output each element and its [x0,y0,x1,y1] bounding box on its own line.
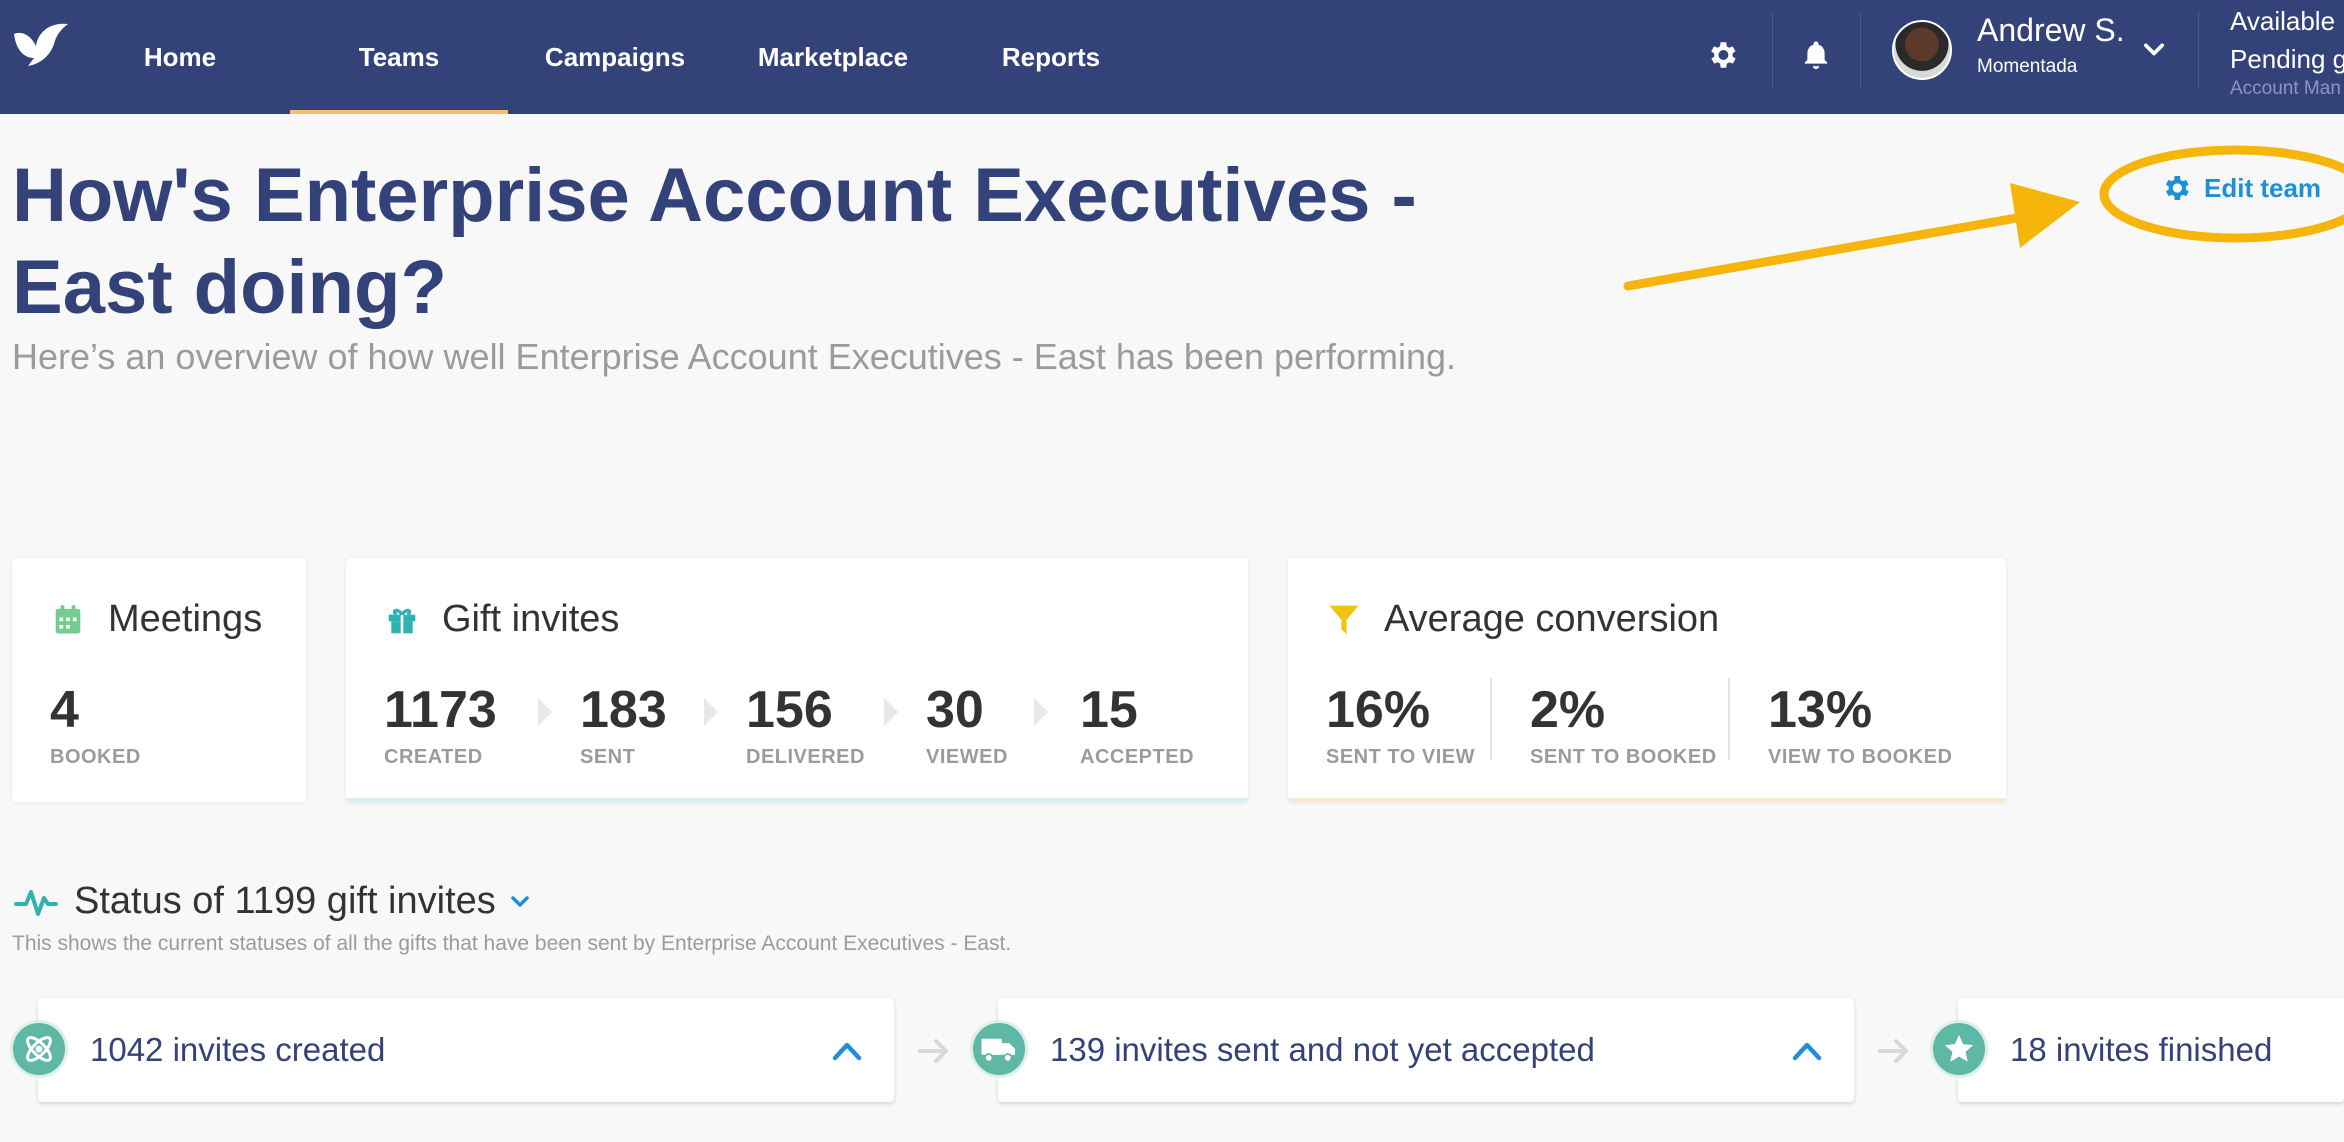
gift-invites-title: Gift invites [384,598,619,641]
nav-reports[interactable]: Reports [990,0,1112,114]
status-heading-label: Status of 1199 gift invites [74,880,496,922]
conversion-card: Average conversion 16% SENT TO VIEW 2% S… [1288,558,2006,802]
stat-divider [1728,678,1730,760]
bell-icon[interactable] [1791,30,1841,80]
pending-balance: Pending gi [2230,44,2344,74]
status-heading[interactable]: Status of 1199 gift invites [14,880,532,923]
chevron-up-icon[interactable] [830,1036,864,1064]
user-org: Momentada [1977,56,2078,77]
gear-icon[interactable] [1697,30,1747,80]
activity-pulse-icon [14,889,58,916]
gift-invites-card: Gift invites 1173 CREATED 183 SENT 156 D… [346,558,1248,802]
annotation-arrow-head [2010,183,2080,248]
edit-team-button[interactable]: Edit team [2160,172,2321,204]
chevron-right-icon [884,698,898,726]
balance-summary: Available b Pending gi [2230,2,2344,78]
chevron-up-icon[interactable] [1790,1036,1824,1064]
chevron-down-icon[interactable] [508,890,532,914]
stat-accepted: 15 ACCEPTED [1080,681,1195,768]
stat-delivered: 156 DELIVERED [746,681,865,768]
stat-view-to-booked: 13% VIEW TO BOOKED [1768,681,1953,768]
page-title: How's Enterprise Account Executives - Ea… [12,153,1417,330]
nav-campaigns[interactable]: Campaigns [540,0,690,114]
stat-sent-to-view: 16% SENT TO VIEW [1326,681,1475,768]
chevron-down-icon[interactable] [2140,36,2168,64]
calendar-icon [50,602,86,638]
atom-icon [10,1020,68,1078]
stat-created: 1173 CREATED [384,681,497,768]
stat-divider [1490,678,1492,760]
nav-marketplace[interactable]: Marketplace [750,0,916,114]
status-card-finished[interactable]: 18 invites finished [1958,998,2344,1102]
annotation-arrow-shaft [1623,209,2045,291]
star-icon [1930,1020,1988,1078]
status-description: This shows the current statuses of all t… [12,932,1012,955]
nav-divider [1860,12,1861,88]
stat-sent-to-booked: 2% SENT TO BOOKED [1530,681,1717,768]
conversion-title: Average conversion [1326,598,1719,641]
gift-icon [384,602,420,638]
card-accent-bar [1288,798,2006,802]
chevron-right-icon [1034,698,1048,726]
chevron-right-icon [704,698,718,726]
gear-icon [2165,176,2189,200]
stat-sent: 183 SENT [580,681,667,768]
nav-teams[interactable]: Teams [290,0,508,114]
meetings-card: Meetings 4 BOOKED [12,558,306,802]
account-manager-label: Account Man [2230,78,2341,99]
user-name[interactable]: Andrew S. [1977,12,2125,49]
available-balance: Available b [2230,6,2344,36]
nav-divider [2198,12,2199,88]
arrow-right-icon [1878,1039,1908,1063]
status-card-sent[interactable]: 139 invites sent and not yet accepted [998,998,1854,1102]
edit-team-label: Edit team [2204,172,2322,203]
nav-divider [1772,12,1773,88]
stat-booked: 4 BOOKED [50,681,141,768]
status-card-created[interactable]: 1042 invites created [38,998,894,1102]
top-nav: Home Teams Campaigns Marketplace Reports… [0,0,2344,114]
truck-icon [970,1020,1028,1078]
funnel-icon [1326,602,1362,638]
page-subtitle: Here’s an overview of how well Enterpris… [12,336,1457,377]
card-accent-bar [346,798,1248,802]
chevron-right-icon [538,698,552,726]
nav-home[interactable]: Home [120,0,240,114]
logo-bird-icon[interactable] [10,20,74,76]
meetings-title: Meetings [50,598,262,641]
stat-viewed: 30 VIEWED [926,681,1008,768]
avatar[interactable] [1892,20,1952,80]
arrow-right-icon [918,1039,948,1063]
